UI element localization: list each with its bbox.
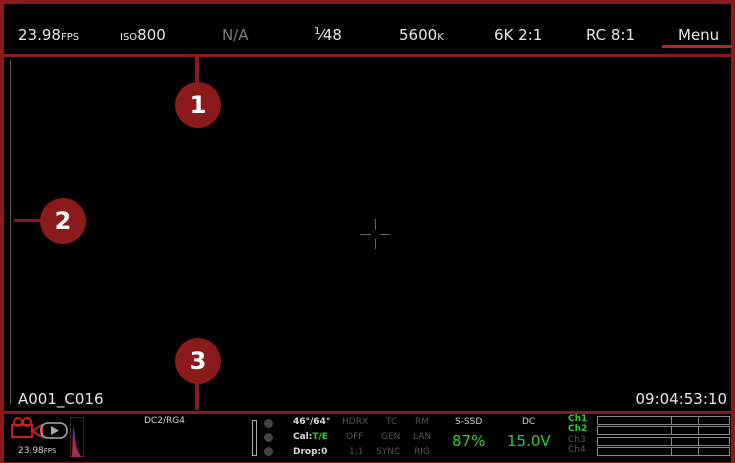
hdrx-label: HDRX <box>342 417 369 427</box>
drop-frames: Drop:0 <box>293 447 328 457</box>
bottom-fps-value: 23.98 <box>18 446 44 456</box>
audio-meter-4 <box>597 447 730 456</box>
iso-value: 800 <box>137 26 166 44</box>
status-led-3 <box>264 447 273 456</box>
status-led-1 <box>264 419 273 428</box>
callout-1: 1 <box>175 82 221 128</box>
bottom-status-bar: 23.98FPS DC2/RG4 46°/64° Cal:T/E Drop:0 … <box>4 411 731 462</box>
resolution-indicator[interactable]: 6K 2:1 <box>494 26 542 44</box>
crosshair-center-gap <box>371 230 380 239</box>
fps-unit: FPS <box>60 32 80 43</box>
cal-value: T/E <box>312 432 328 442</box>
callout-3: 3 <box>175 338 221 384</box>
rm-label: RM <box>415 417 430 427</box>
hdrx-value: OFF <box>346 432 364 442</box>
compression-indicator[interactable]: RC 8:1 <box>586 26 635 44</box>
audio-channel-2-label: Ch2 <box>568 424 588 434</box>
shutter-denominator: 48 <box>322 26 342 44</box>
shutter-numerator: 1 <box>314 26 321 37</box>
media-label: S-SSD <box>455 417 483 427</box>
callout-1-connector <box>195 57 199 82</box>
aperture-indicator[interactable]: N/A <box>222 26 249 44</box>
look-label: DC2/RG4 <box>144 416 185 426</box>
record-camera-icon[interactable] <box>10 417 44 439</box>
audio-channel-3-label: Ch3 <box>568 435 586 445</box>
audio-meter-1 <box>597 416 730 425</box>
timecode: 09:04:53:10 <box>635 390 727 408</box>
clip-name: A001_C016 <box>18 390 104 408</box>
audio-meter-2 <box>597 426 730 435</box>
level-meter <box>252 420 257 456</box>
menu-underline <box>662 45 732 48</box>
menu-button[interactable]: Menu <box>678 26 719 44</box>
status-led-2 <box>264 433 273 442</box>
resolution-value: 6K <box>494 26 514 44</box>
playback-icon[interactable] <box>40 422 68 439</box>
sync-label: SYNC <box>376 447 401 457</box>
audio-channel-4-label: Ch4 <box>568 445 586 455</box>
tc-label: TC <box>386 417 398 427</box>
resolution-ratio: 2:1 <box>518 26 543 44</box>
histogram-icon <box>70 417 84 457</box>
media-remaining: 87% <box>452 432 486 450</box>
sensor-temp: 46°/64° <box>293 417 331 427</box>
fps-indicator[interactable]: 23.98FPS <box>18 26 79 44</box>
shutter-indicator[interactable]: 1⁄48 <box>314 26 342 44</box>
left-edge-guide <box>10 60 11 404</box>
tc-value: GEN <box>381 432 401 442</box>
audio-channel-1-label: Ch1 <box>568 414 588 424</box>
iso-indicator[interactable]: ISO800 <box>120 26 166 44</box>
power-label: DC <box>522 417 536 427</box>
power-voltage: 15.0V <box>507 432 551 450</box>
wb-value: 5600 <box>399 26 438 44</box>
fps-value: 23.98 <box>18 26 61 44</box>
bottom-fps: 23.98FPS <box>18 446 56 456</box>
aspect-value: 1:1 <box>349 447 364 457</box>
audio-meter-3 <box>597 437 730 446</box>
rig-label: RIG <box>414 447 430 457</box>
iso-prefix: ISO <box>120 32 138 43</box>
cal-prefix: Cal: <box>293 432 313 442</box>
rm-value: LAN <box>413 432 432 442</box>
calibration-status: Cal:T/E <box>293 432 328 442</box>
callout-2: 2 <box>40 198 86 244</box>
viewfinder-area <box>4 57 731 409</box>
white-balance-indicator[interactable]: 5600K <box>399 26 444 44</box>
top-status-bar: 23.98FPS ISO800 N/A 1⁄48 5600K 6K 2:1 RC… <box>4 4 732 57</box>
bottom-fps-unit: FPS <box>43 447 57 455</box>
wb-unit: K <box>437 32 444 43</box>
